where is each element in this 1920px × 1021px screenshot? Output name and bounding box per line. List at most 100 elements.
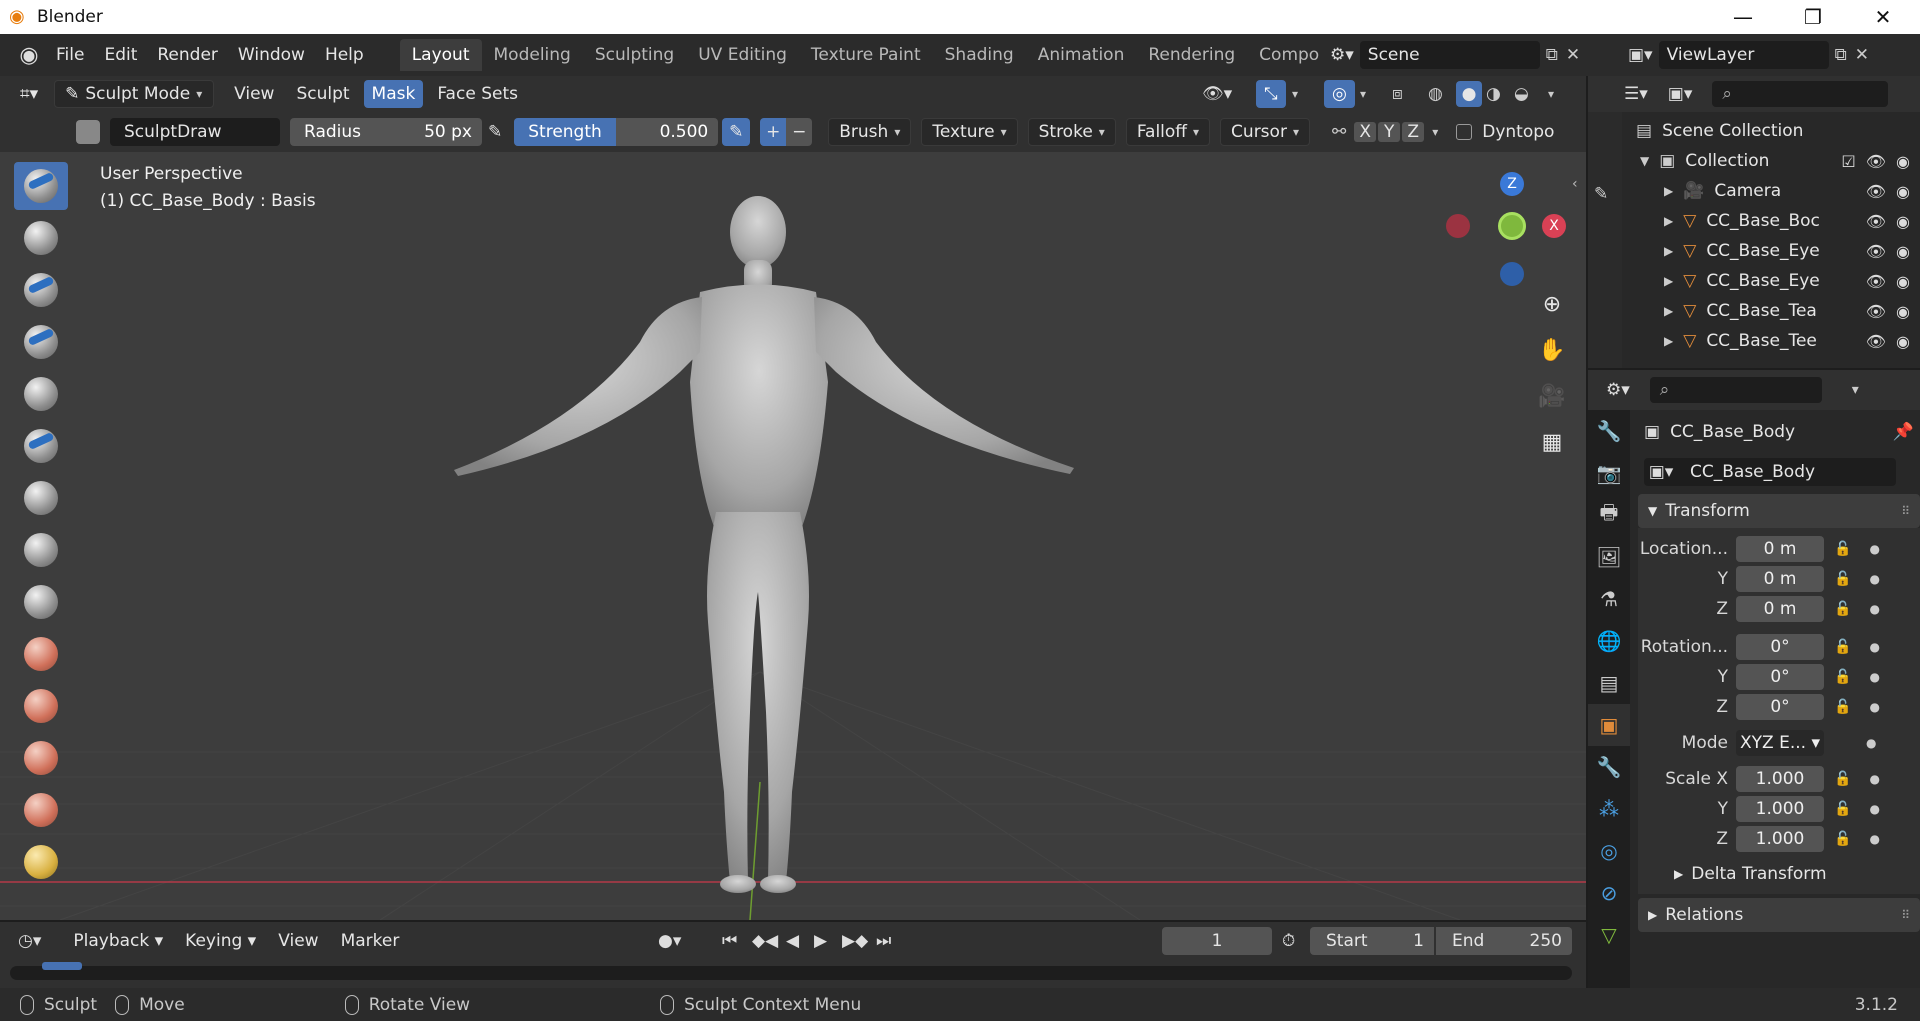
gizmo-neg-x-axis[interactable] — [1446, 214, 1470, 238]
collapse-arrow-icon[interactable]: ▶ — [1664, 214, 1673, 228]
navigation-gizmo[interactable]: Z X — [1446, 166, 1566, 286]
outliner-search-field[interactable]: ⌕ — [1712, 81, 1889, 107]
keyframe-dot-icon[interactable]: ● — [1869, 640, 1879, 654]
minimize-icon[interactable]: — — [1708, 0, 1778, 34]
lock-icon[interactable]: 🔓 — [1834, 601, 1851, 617]
collection-tab-icon[interactable]: ▤ — [1588, 662, 1630, 704]
symmetry-x-toggle[interactable]: X — [1354, 122, 1377, 142]
collapse-arrow-icon[interactable]: ▶ — [1664, 244, 1673, 258]
drag-handle-icon[interactable]: ⠿ — [1901, 908, 1910, 922]
constraints-tab-icon[interactable]: ⊘ — [1588, 872, 1630, 914]
scale-y-field[interactable]: 1.000 — [1736, 796, 1824, 822]
gizmo-z-axis[interactable]: Z — [1500, 172, 1524, 196]
scale-z-field[interactable]: 1.000 — [1736, 826, 1824, 852]
physics-tab-icon[interactable]: ◎ — [1588, 830, 1630, 872]
properties-editor-type-icon[interactable]: ⚙▾ — [1606, 380, 1630, 400]
tool-multiplane-scrape[interactable] — [14, 838, 68, 886]
viewlayer-selector[interactable]: ▣▾ ViewLayer ⧉ ✕ — [1628, 39, 1890, 71]
record-icon[interactable]: ●▾ — [658, 931, 681, 951]
tool-clay-strips[interactable] — [14, 318, 68, 366]
menu-edit[interactable]: Edit — [94, 40, 147, 70]
start-frame-field[interactable]: Start 1 — [1310, 927, 1434, 955]
rendered-shading-icon[interactable]: ◒ — [1514, 84, 1529, 104]
gizmo-toggle-icon[interactable]: ⤡ — [1256, 80, 1286, 108]
visibility-icon[interactable]: 👁▾ — [1202, 84, 1232, 104]
timeline-editor-type-icon[interactable]: ◷▾ — [18, 931, 41, 951]
symmetry-y-toggle[interactable]: Y — [1378, 122, 1401, 142]
tool-clay-thumb[interactable] — [14, 370, 68, 418]
tool-tab-icon[interactable]: 🔧 — [1588, 410, 1630, 452]
scene-selector[interactable]: ⚙▾ Scene ⧉ ✕ — [1330, 39, 1594, 71]
keyframe-dot-icon[interactable]: ● — [1869, 542, 1879, 556]
render-icon[interactable]: ◉ — [1896, 272, 1910, 291]
shading-dropdown-icon[interactable]: ▾ — [1548, 87, 1554, 101]
outliner-collection[interactable]: ▼ ▣ Collection ☑ 👁 ◉ — [1622, 146, 1920, 176]
keyframe-dot-icon[interactable]: ● — [1869, 772, 1879, 786]
symmetry-dropdown-icon[interactable]: ▾ — [1432, 125, 1438, 139]
render-icon[interactable]: ◉ — [1896, 182, 1910, 201]
zoom-icon[interactable]: ⊕ — [1532, 284, 1572, 324]
tool-draw-sharp[interactable] — [14, 214, 68, 262]
view-layer-tab-icon[interactable]: 🖼 — [1588, 536, 1630, 578]
blender-menu-icon[interactable]: ◉ — [12, 38, 46, 72]
viewlayer-copy-icon[interactable]: ⧉ — [1835, 45, 1847, 65]
visibility-icon[interactable]: 👁 — [1866, 182, 1886, 201]
timeline-menu-view[interactable]: View — [270, 927, 326, 955]
current-frame-field[interactable]: 1 — [1162, 927, 1272, 955]
restore-icon[interactable]: ❐ — [1778, 0, 1848, 34]
output-tab-icon[interactable]: 🖶 — [1588, 494, 1630, 536]
transform-panel-header[interactable]: ▼ Transform ⠿ — [1638, 494, 1920, 528]
render-icon[interactable]: ◉ — [1896, 302, 1910, 321]
scene-remove-icon[interactable]: ✕ — [1566, 45, 1580, 65]
strength-slider[interactable]: Strength 0.500 — [514, 118, 719, 146]
outliner-editor-type-icon[interactable]: ☰▾ — [1624, 84, 1648, 104]
delta-transform-subpanel[interactable]: ▶ Delta Transform — [1638, 854, 1920, 894]
editor-type-icon[interactable]: ⌗▾ — [12, 80, 46, 108]
collection-visibility-icon[interactable]: 👁 — [1866, 152, 1886, 171]
material-shading-icon[interactable]: ◑ — [1486, 84, 1501, 104]
pan-hand-icon[interactable]: ✋ — [1532, 330, 1572, 370]
lock-icon[interactable]: 🔓 — [1834, 831, 1851, 847]
tab-sculpting[interactable]: Sculpting — [583, 39, 686, 71]
visibility-icon[interactable]: 👁 — [1866, 212, 1886, 231]
stopwatch-icon[interactable]: ⏱ — [1282, 931, 1295, 951]
rotation-mode-dropdown[interactable]: XYZ E... ▾ — [1736, 730, 1824, 756]
cursor-dropdown[interactable]: Cursor ▾ — [1220, 118, 1310, 146]
scene-tab-icon[interactable]: ⚗ — [1588, 578, 1630, 620]
menu-mask[interactable]: Mask — [363, 80, 424, 108]
lock-icon[interactable]: 🔓 — [1834, 669, 1851, 685]
menu-render[interactable]: Render — [147, 40, 228, 70]
outliner-item-tear[interactable]: ▶ ▽ CC_Base_Tea 👁 ◉ — [1622, 296, 1920, 326]
wireframe-shading-icon[interactable]: ◍ — [1428, 84, 1443, 104]
menu-file[interactable]: File — [46, 40, 94, 70]
particles-tab-icon[interactable]: ⁂ — [1588, 788, 1630, 830]
playhead[interactable] — [42, 962, 82, 970]
render-tab-icon[interactable]: 📷 — [1588, 452, 1630, 494]
collapse-arrow-icon[interactable]: ▶ — [1664, 334, 1673, 348]
collection-render-icon[interactable]: ◉ — [1896, 152, 1910, 171]
collapse-arrow-icon[interactable]: ▶ — [1664, 274, 1673, 288]
texture-dropdown[interactable]: Texture ▾ — [921, 118, 1018, 146]
tab-rendering[interactable]: Rendering — [1136, 39, 1247, 71]
outliner-item-teeth[interactable]: ▶ ▽ CC_Base_Tee 👁 ◉ — [1622, 326, 1920, 356]
gizmo-neg-z-axis[interactable] — [1500, 262, 1524, 286]
lock-icon[interactable]: 🔓 — [1834, 801, 1851, 817]
tool-scrape[interactable] — [14, 786, 68, 834]
collapse-arrow-icon[interactable]: ▶ — [1664, 304, 1673, 318]
mode-selector[interactable]: ✎ Sculpt Mode ▾ — [54, 80, 215, 108]
tool-layer[interactable] — [14, 422, 68, 470]
brush-name-field[interactable]: SculptDraw — [110, 118, 280, 146]
tab-layout[interactable]: Layout — [399, 39, 482, 71]
gizmo-y-axis[interactable] — [1498, 212, 1526, 240]
end-frame-field[interactable]: End 250 — [1436, 927, 1572, 955]
render-icon[interactable]: ◉ — [1896, 212, 1910, 231]
tool-crease[interactable] — [14, 578, 68, 626]
radius-slider[interactable]: Radius 50 px — [290, 118, 482, 146]
subtract-direction-button[interactable]: − — [786, 118, 813, 146]
viewlayer-remove-icon[interactable]: ✕ — [1855, 45, 1869, 65]
tool-smooth[interactable] — [14, 630, 68, 678]
viewlayer-name-field[interactable]: ViewLayer — [1658, 41, 1829, 69]
lock-icon[interactable]: 🔓 — [1834, 639, 1851, 655]
object-name-field[interactable]: CC_Base_Body — [1678, 458, 1896, 486]
prev-keyframe-icon[interactable]: ◆◀ — [752, 931, 778, 951]
